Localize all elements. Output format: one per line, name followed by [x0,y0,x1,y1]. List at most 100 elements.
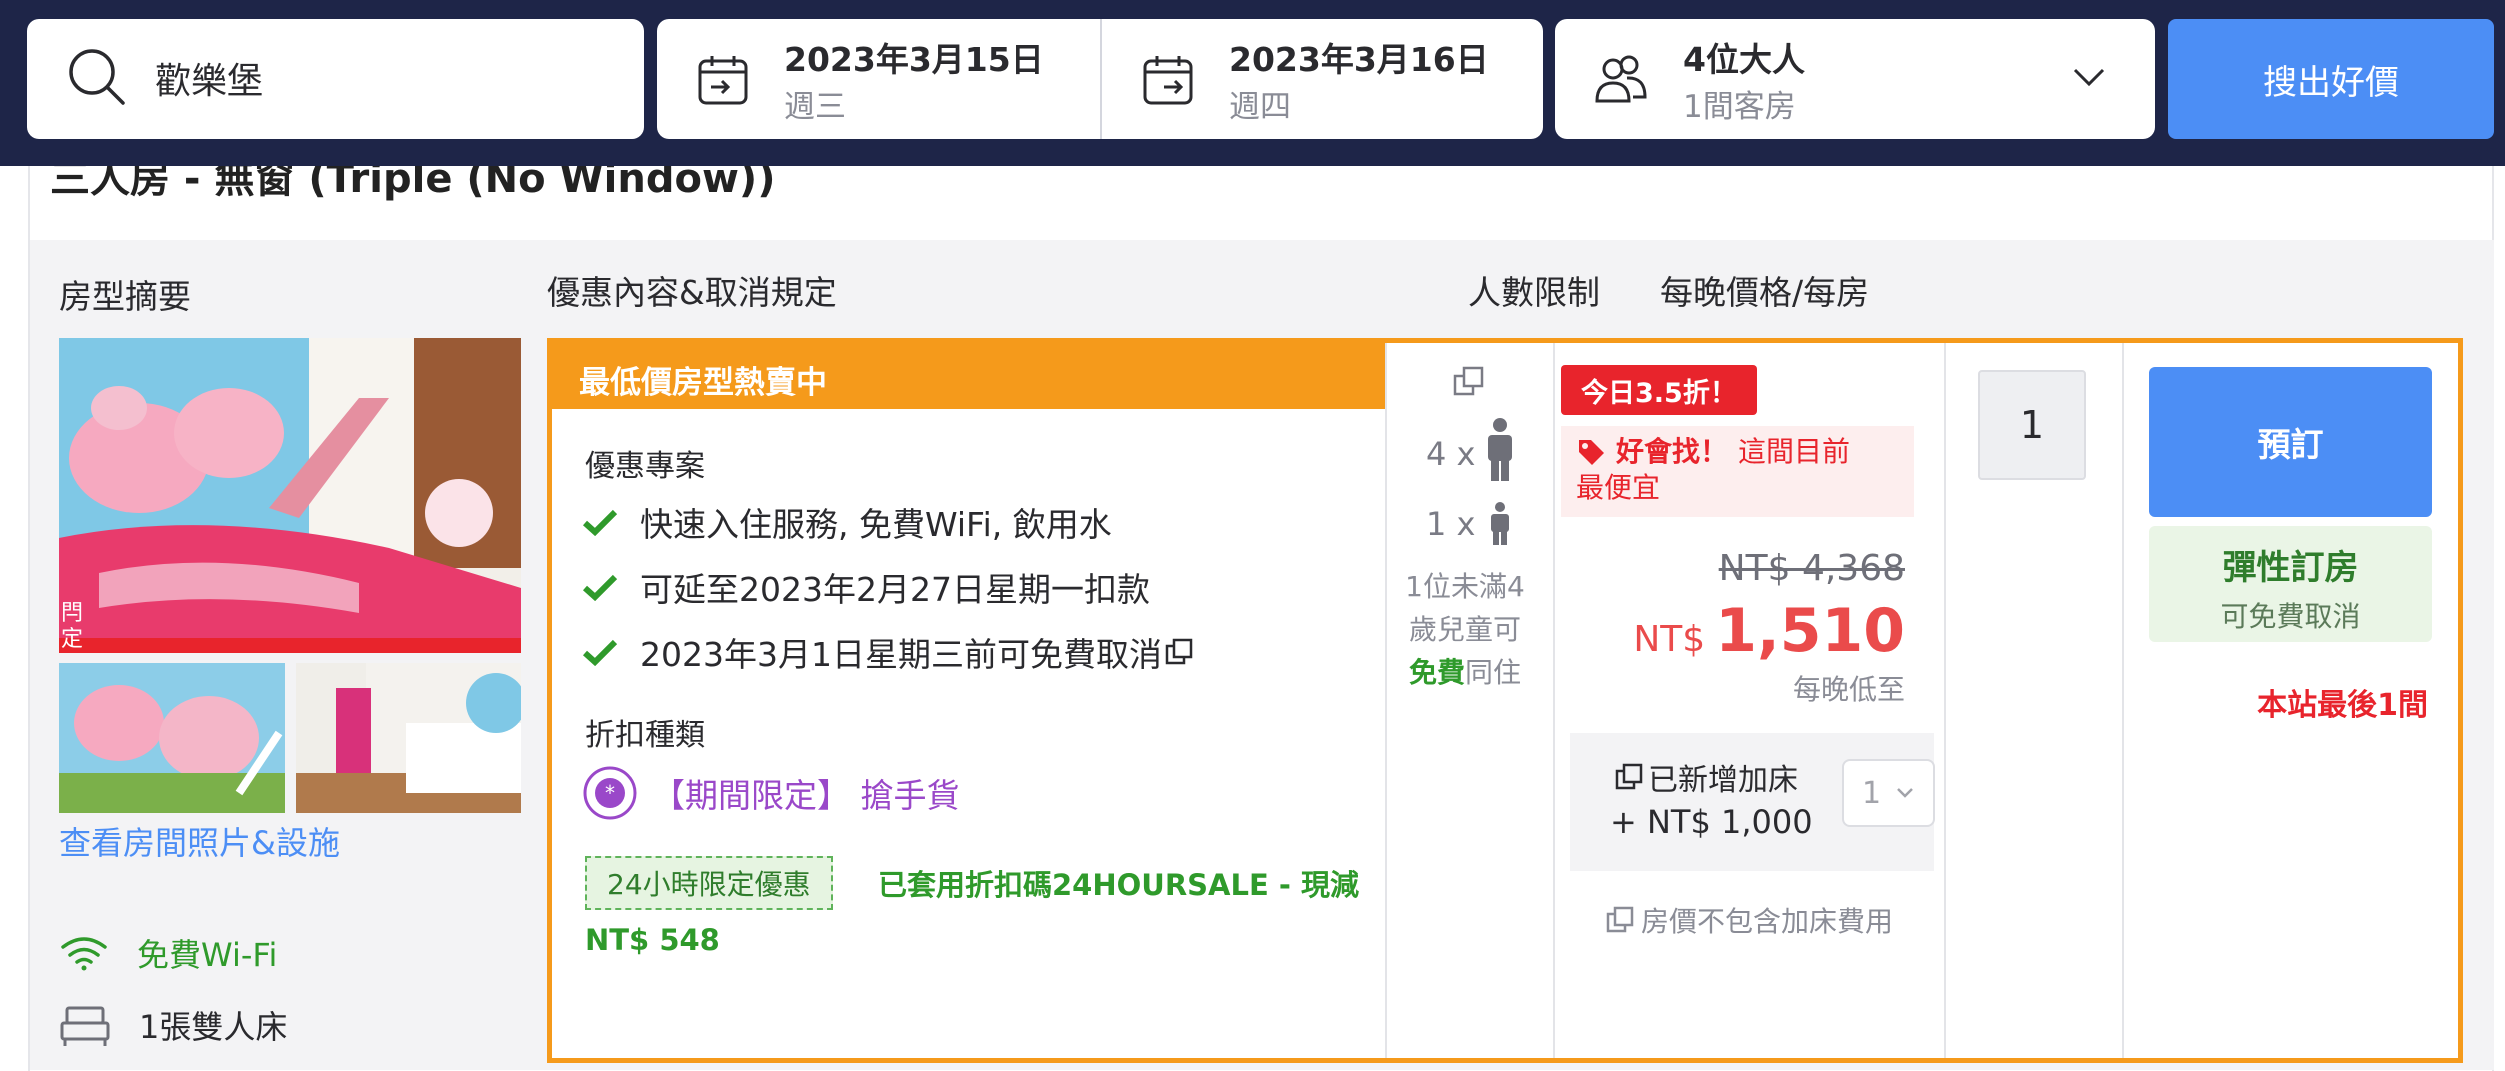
book-button[interactable]: 預訂 [2149,367,2432,517]
benefits-title: 優惠專案 [585,449,705,484]
coupon-applied-text: 已套用折扣碼24HOURSALE - 現減 [878,868,1360,902]
amenity-wifi: 免費Wi-Fi [59,930,277,976]
external-link-icon[interactable] [1452,365,1486,399]
divider [1385,343,1387,1058]
view-room-photos-link[interactable]: 查看房間照片&設施 [59,818,340,864]
child-policy-line: 免費同住 [1395,651,1535,694]
calendar-checkout-icon [1143,56,1193,105]
child-policy-note: 1位未滿4 歲兒童可 免費同住 [1395,565,1535,694]
good-find-text: 這間目前 [1738,435,1851,468]
search-icon [69,49,125,105]
flexible-booking-box: 彈性訂房 可免費取消 [2149,526,2432,642]
extra-bed-label: 已新增加床 [1648,763,1798,798]
last-room-alert: 本站最後1間 [2257,688,2428,723]
checkout-weekday: 週四 [1229,89,1291,125]
chevron-down-icon [1897,788,1913,798]
offer-panel: 最低價房型熱賣中 優惠專案 快速入住服務, 免費WiFi, 飲用水 可延至202… [547,338,2463,1063]
price-tag-icon [1579,440,1604,465]
checkout-date: 2023年3月16日 [1229,40,1489,79]
wifi-icon [61,937,107,971]
svg-text:閂: 閂 [61,601,83,626]
child-policy-line: 1位未滿4 [1405,570,1525,603]
extra-bed-note: 房價不包含加床費用 [1605,900,1893,940]
checkout-date-field[interactable]: 2023年3月16日 週四 [1100,19,1543,139]
adult-count: 4 x [1426,435,1476,473]
discount-title: 折扣種類 [585,718,705,753]
col-summary-heading: 房型摘要 [59,277,191,316]
discount-badge: 今日3.5折！ [1561,365,1757,415]
extra-bed-select[interactable]: 1 [1842,759,1935,827]
divider [2122,343,2124,1058]
child-policy-suffix: 同住 [1465,656,1522,689]
good-find-line: 好會找！ 這間目前 [1576,434,1899,470]
benefit-item: 可延至2023年2月27日星期一扣款 [582,563,1150,611]
divider [1944,343,1946,1058]
coupon-discount-amount: NT$ 548 [585,923,720,957]
calendar-checkin-icon [698,56,748,105]
benefit-item: 2023年3月1日星期三前可免費取消 [582,628,1194,676]
extra-bed-box: 已新增加床 + NT$ 1,000 1 [1570,733,1935,871]
child-icon [1491,502,1509,545]
bed-icon [60,1006,110,1046]
extra-bed-qty: 1 [1862,775,1882,811]
divider [1553,343,1555,1058]
rooms-count: 1間客房 [1683,89,1796,125]
benefit-text: 可延至2023年2月27日星期一扣款 [640,570,1150,609]
guests-icon [1595,55,1647,103]
original-price: NT$ 4,368 [1718,548,1905,589]
good-find-text-2: 最便宜 [1576,471,1661,504]
check-icon [582,574,618,601]
flexible-booking-title: 彈性訂房 [2222,548,2359,588]
amenity-label: 免費Wi-Fi [137,936,278,974]
adult-icon [1488,418,1512,481]
date-range-picker: 2023年3月15日 週三 2023年3月16日 週四 [657,19,1543,139]
checkin-weekday: 週三 [784,89,846,125]
svg-text:定: 定 [61,627,83,652]
guests-field[interactable]: 4位大人 1間客房 [1555,19,2155,139]
coupon-tag: 24小時限定優惠 [585,856,833,910]
search-bar: 歡樂堡 2023年3月15日 週三 2023年3月16日 週四 4位大人 1間客… [0,0,2505,166]
external-link-icon[interactable] [1164,637,1194,667]
amenity-label: 1張雙人床 [139,1008,288,1046]
col-offer-heading: 優惠內容&取消規定 [547,273,837,312]
free-cancel-label: 可免費取消 [2220,600,2361,633]
external-link-icon[interactable] [1614,762,1644,792]
good-find-box: 好會找！ 這間目前 最便宜 [1561,426,1914,517]
currency-label: NT$ [1633,619,1706,660]
child-count: 1 x [1426,505,1476,543]
current-price: NT$ 1,510 [1633,596,1905,666]
search-submit-button[interactable]: 搜出好價 [2168,19,2494,139]
promo-badge-icon: * [583,766,637,820]
promo-label: 【期間限定】 搶手貨 [652,776,960,815]
checkin-date: 2023年3月15日 [784,40,1044,79]
per-night-label: 每晚低至 [1792,673,1905,706]
benefit-text: 快速入住服務, 免費WiFi, 飲用水 [640,505,1112,544]
extra-bed-line: 已新增加床 [1614,755,1798,799]
price-value: 1,510 [1715,596,1905,666]
free-label: 免費 [1408,656,1465,689]
extra-bed-price: + NT$ 1,000 [1610,803,1813,841]
col-occupancy-heading: 人數限制 [1468,273,1600,312]
room-photo-thumb-1[interactable] [59,663,285,813]
checkin-date-field[interactable]: 2023年3月15日 週三 [657,19,1100,139]
svg-text:*: * [605,781,615,805]
check-icon [582,639,618,666]
amenity-bed: 1張雙人床 [59,1002,287,1048]
benefit-item: 快速入住服務, 免費WiFi, 飲用水 [582,498,1112,546]
child-policy-line: 歲兒童可 [1408,613,1521,646]
guests-count: 4位大人 [1683,40,1805,79]
room-photo-main[interactable]: 閂 定 [59,338,521,653]
external-link-icon[interactable] [1605,905,1635,935]
check-icon [582,509,618,536]
col-price-heading: 每晚價格/每房 [1660,273,1870,312]
chevron-down-icon [2073,68,2105,87]
promo-tag: * 【期間限定】 搶手貨 [582,765,960,821]
good-find-label: 好會找！ [1616,435,1729,468]
destination-value: 歡樂堡 [155,61,264,102]
benefit-text: 2023年3月1日星期三前可免費取消 [640,635,1162,674]
extra-bed-note-text: 房價不包含加床費用 [1641,905,1894,938]
best-price-ribbon: 最低價房型熱賣中 [552,343,1385,409]
room-photo-thumb-2[interactable] [296,663,521,813]
destination-field[interactable]: 歡樂堡 [27,19,644,139]
room-quantity-select[interactable]: 1 [1978,370,2086,480]
